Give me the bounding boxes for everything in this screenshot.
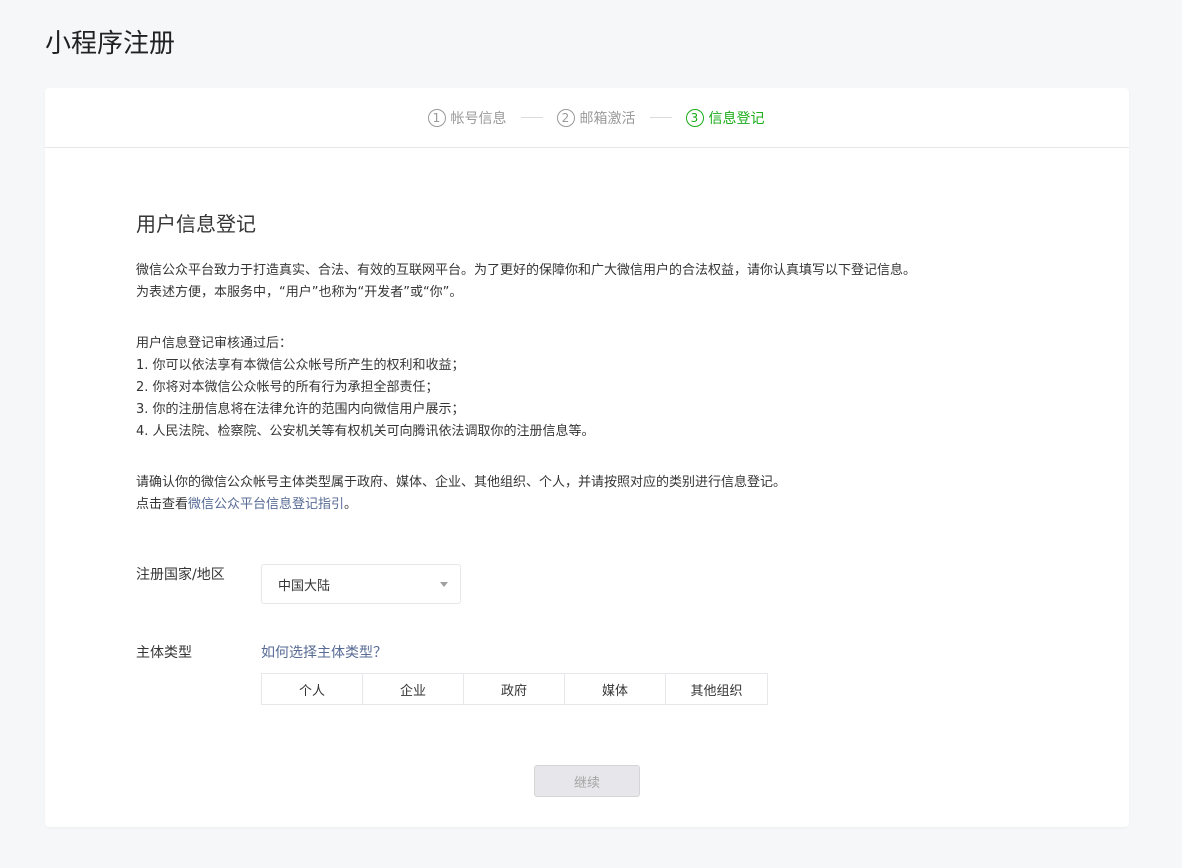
registration-card: 1 帐号信息 2 邮箱激活 3 信息登记 用户信息登记 微信公众平台致力于打造真… [45,88,1129,827]
continue-button[interactable]: 继续 [534,765,640,797]
step-number: 2 [556,108,575,127]
page-title: 小程序注册 [45,29,176,59]
step-info-registration: 3 信息登记 [685,108,765,128]
list-item: 3. 你的注册信息将在法律允许的范围内向微信用户展示； [136,402,465,417]
info-content: 用户信息登记 微信公众平台致力于打造真实、合法、有效的互联网平台。为了更好的保障… [136,208,1036,516]
entity-type-help-link[interactable]: 如何选择主体类型？ [261,642,768,664]
step-label: 信息登记 [708,110,765,127]
type-option-media[interactable]: 媒体 [565,674,666,704]
step-label: 帐号信息 [450,110,507,127]
type-option-government[interactable]: 政府 [464,674,565,704]
step-label: 邮箱激活 [579,110,636,127]
confirm-line: 请确认你的微信公众帐号主体类型属于政府、媒体、企业、其他组织、个人，并请按照对应… [136,475,787,490]
step-email-activation: 2 邮箱激活 [556,108,636,128]
list-item: 2. 你将对本微信公众帐号的所有行为承担全部责任； [136,380,439,395]
list-item: 1. 你可以依法享有本微信公众帐号所产生的权利和收益； [136,358,465,373]
entity-type-label: 主体类型 [136,645,192,661]
chevron-down-icon [440,581,448,587]
step-account-info: 1 帐号信息 [427,108,507,128]
country-row: 注册国家/地区 中国大陆 [136,564,461,604]
country-label: 注册国家/地区 [136,567,225,583]
type-option-enterprise[interactable]: 企业 [363,674,464,704]
entity-type-group: 如何选择主体类型？ 个人 企业 政府 媒体 其他组织 [261,642,768,705]
entity-type-options: 个人 企业 政府 媒体 其他组织 [261,673,768,705]
intro-line: 为表述方便，本服务中，“用户”也称为“开发者”或“你”。 [136,285,463,300]
list-item: 4. 人民法院、检察院、公安机关等有权机关可向腾讯依法调取你的注册信息等。 [136,424,595,439]
intro-paragraph: 微信公众平台致力于打造真实、合法、有效的互联网平台。为了更好的保障你和广大微信用… [136,260,1036,304]
step-separator [649,117,672,118]
guide-link[interactable]: 微信公众平台信息登记指引 [188,497,344,512]
section-title: 用户信息登记 [136,212,256,236]
step-separator [520,117,543,118]
step-number: 1 [427,108,446,127]
after-approval-title: 用户信息登记审核通过后： [136,336,293,351]
intro-line: 微信公众平台致力于打造真实、合法、有效的互联网平台。为了更好的保障你和广大微信用… [136,263,917,278]
guide-suffix: 。 [344,497,358,512]
entity-type-row: 主体类型 如何选择主体类型？ 个人 企业 政府 媒体 其他组织 [136,642,768,705]
guide-line: 点击查看微信公众平台信息登记指引。 [136,494,1036,516]
type-option-individual[interactable]: 个人 [262,674,363,704]
after-approval-list: 用户信息登记审核通过后： 1. 你可以依法享有本微信公众帐号所产生的权利和收益；… [136,333,1036,443]
guide-prefix: 点击查看 [136,497,189,512]
country-select[interactable]: 中国大陆 [261,564,461,604]
step-indicator: 1 帐号信息 2 邮箱激活 3 信息登记 [45,88,1129,148]
type-option-other-org[interactable]: 其他组织 [666,674,767,704]
country-value: 中国大陆 [278,578,331,594]
confirm-paragraph: 请确认你的微信公众帐号主体类型属于政府、媒体、企业、其他组织、个人，并请按照对应… [136,472,1036,516]
step-number: 3 [685,108,704,127]
